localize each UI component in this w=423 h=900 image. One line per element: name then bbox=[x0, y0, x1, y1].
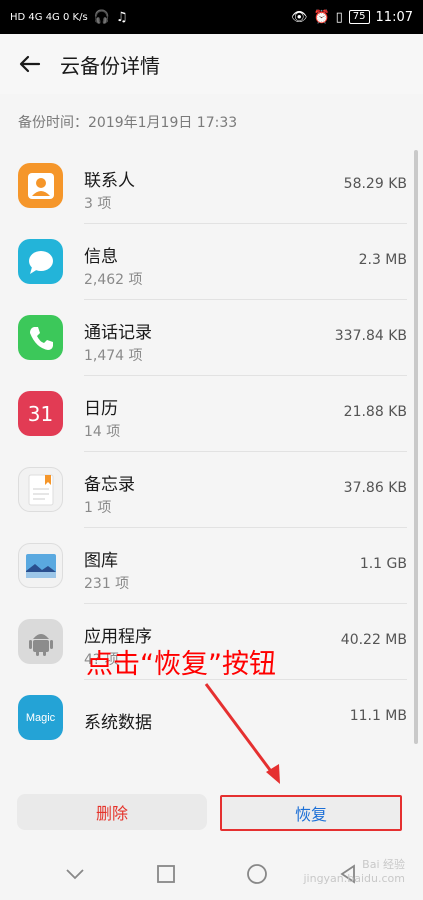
backup-time: 备份时间：2019年1月19日 17:33 bbox=[18, 115, 238, 131]
app-bar: 云备份详情 bbox=[0, 34, 423, 94]
alarm-icon: ⏰ bbox=[313, 9, 330, 25]
music-icon: ♫ bbox=[115, 9, 128, 25]
phone-icon bbox=[18, 315, 63, 360]
item-size: 11.1 MB bbox=[349, 708, 407, 724]
gallery-icon bbox=[18, 543, 63, 588]
clock: 11:07 bbox=[375, 9, 413, 25]
item-count: 14 项 bbox=[84, 424, 121, 440]
item-size: 21.88 KB bbox=[343, 404, 407, 420]
list-item-messages[interactable]: 信息 2,462 项 2.3 MB bbox=[0, 224, 423, 300]
back-arrow-icon bbox=[19, 55, 41, 73]
status-left: HD 4G 4G 0 K/s 🎧 ♫ bbox=[10, 10, 128, 25]
calendar-day: 31 bbox=[27, 401, 54, 426]
scrollbar[interactable] bbox=[414, 150, 418, 744]
item-name: 联系人 bbox=[84, 171, 135, 191]
item-name: 日历 bbox=[84, 399, 118, 419]
delete-button[interactable]: 删除 bbox=[17, 794, 207, 830]
messages-icon bbox=[18, 239, 63, 284]
item-size: 37.86 KB bbox=[343, 480, 407, 496]
status-right: 👁 ⏰ ▯ 75 11:07 bbox=[291, 10, 413, 25]
item-count: 1,474 项 bbox=[84, 348, 143, 364]
list-item-calendar[interactable]: 31 日历 14 项 21.88 KB bbox=[0, 376, 423, 452]
list-item-call-log[interactable]: 通话记录 1,474 项 337.84 KB bbox=[0, 300, 423, 376]
item-size: 40.22 MB bbox=[340, 632, 407, 648]
back-button[interactable] bbox=[0, 34, 60, 94]
network-indicators: HD 4G 4G 0 K/s bbox=[10, 11, 88, 23]
nav-collapse-button[interactable] bbox=[55, 854, 95, 894]
notes-icon bbox=[18, 467, 63, 512]
item-name: 通话记录 bbox=[84, 323, 152, 343]
list-item-contacts[interactable]: 联系人 3 项 58.29 KB bbox=[0, 148, 423, 224]
android-icon bbox=[18, 619, 63, 664]
restore-button[interactable]: 恢复 bbox=[220, 795, 402, 831]
headset-icon: 🎧 bbox=[93, 9, 110, 25]
watermark-line1: Bai 经验 bbox=[362, 858, 405, 871]
magic-icon-text: Magic bbox=[25, 711, 56, 724]
annotation-text: 点击“恢复”按钮 bbox=[86, 649, 276, 680]
item-name: 图库 bbox=[84, 551, 118, 571]
page-title: 云备份详情 bbox=[60, 53, 160, 78]
item-name: 信息 bbox=[84, 247, 118, 267]
chevron-down-icon bbox=[66, 869, 85, 880]
watermark: Bai 经验 jingyan.baidu.com bbox=[303, 856, 405, 885]
nav-home-button[interactable] bbox=[237, 854, 277, 894]
list-item-gallery[interactable]: 图库 231 项 1.1 GB bbox=[0, 528, 423, 604]
magic-icon: Magic bbox=[18, 695, 63, 740]
vibrate-icon: ▯ bbox=[335, 9, 343, 25]
battery-level: 75 bbox=[348, 10, 370, 24]
circle-icon bbox=[246, 864, 267, 884]
contacts-icon bbox=[18, 163, 63, 208]
eye-icon: 👁 bbox=[290, 9, 308, 25]
calendar-icon: 31 bbox=[18, 391, 63, 436]
item-size: 2.3 MB bbox=[358, 252, 407, 268]
item-name: 备忘录 bbox=[84, 475, 135, 495]
square-icon bbox=[157, 865, 176, 883]
item-size: 337.84 KB bbox=[334, 328, 407, 344]
annotation-arrow bbox=[204, 683, 280, 784]
item-size: 58.29 KB bbox=[343, 176, 407, 192]
watermark-line2: jingyan.baidu.com bbox=[303, 872, 405, 885]
item-count: 1 项 bbox=[84, 500, 112, 516]
item-name: 系统数据 bbox=[84, 713, 152, 733]
list-item-notes[interactable]: 备忘录 1 项 37.86 KB bbox=[0, 452, 423, 528]
nav-recents-button[interactable] bbox=[146, 854, 186, 894]
item-count: 2,462 项 bbox=[84, 272, 143, 288]
item-count: 231 项 bbox=[84, 576, 130, 592]
item-count: 3 项 bbox=[84, 196, 112, 212]
status-bar: HD 4G 4G 0 K/s 🎧 ♫ 👁 ⏰ ▯ 75 11:07 bbox=[0, 0, 423, 34]
item-size: 1.1 GB bbox=[359, 556, 407, 572]
